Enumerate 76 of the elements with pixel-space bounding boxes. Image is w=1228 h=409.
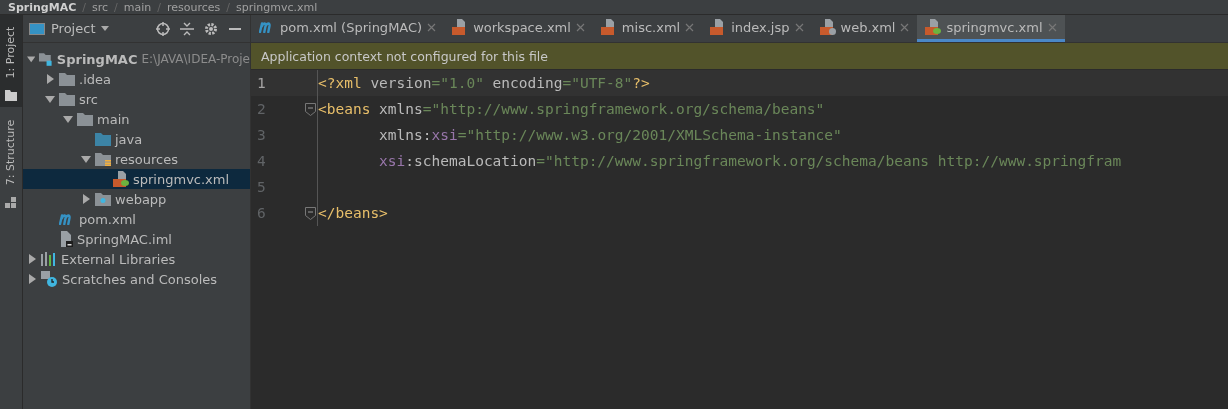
- structure-icon: [5, 197, 17, 209]
- code-line: xmlns:xsi="http://www.w3.org/2001/XMLSchema-instance": [378, 127, 842, 143]
- editor-tab[interactable]: web.xml: [811, 15, 918, 42]
- folder-icon: [59, 92, 75, 106]
- separator: /: [226, 0, 230, 14]
- scratches-icon: [41, 271, 58, 287]
- separator: /: [82, 0, 86, 14]
- editor-tab[interactable]: workspace.xml: [444, 15, 593, 42]
- code-line: </beans>: [318, 205, 388, 221]
- source-folder-icon: [95, 132, 111, 146]
- line-number: 5: [256, 179, 267, 195]
- tree-item[interactable]: SpringMAC E:\JAVA\IDEA-Proje: [23, 49, 250, 69]
- notification-banner: Application context not configured for this file: [251, 43, 1228, 69]
- xml-file-icon: [600, 19, 617, 35]
- breadcrumb-item[interactable]: SpringMAC: [8, 0, 77, 14]
- line-number: 4: [256, 153, 267, 169]
- line-number: 3: [256, 127, 267, 143]
- close-icon[interactable]: [575, 22, 585, 32]
- tree-item[interactable]: Scratches and Consoles: [23, 269, 250, 289]
- spring-xml-file-icon: [925, 19, 942, 35]
- breadcrumb-item[interactable]: src: [91, 0, 108, 14]
- tree-item[interactable]: .idea: [23, 69, 250, 89]
- editor-tab[interactable]: springmvc.xml: [917, 15, 1065, 42]
- editor-tab[interactable]: pom.xml (SpringMAC): [251, 15, 445, 42]
- editor-tab[interactable]: index.jsp: [702, 15, 812, 42]
- collapse-arrow-icon[interactable]: [27, 54, 36, 64]
- view-selector[interactable]: Project: [29, 21, 148, 36]
- breadcrumb-item[interactable]: springmvc.xml: [235, 0, 318, 14]
- tree-item[interactable]: main: [23, 109, 250, 129]
- separator: /: [114, 0, 118, 14]
- code-line: xsi:schemaLocation="http://www.springframework.org/schema/beans http://www.springfram: [378, 153, 1122, 169]
- tree-item[interactable]: External Libraries: [23, 249, 250, 269]
- window-icon: [29, 22, 45, 35]
- module-file-icon: [59, 231, 73, 247]
- tree-item[interactable]: java: [23, 129, 250, 149]
- code-line: <beans xmlns="http://www.springframework.org/schema/beans": [318, 101, 825, 117]
- tree-item[interactable]: SpringMAC.iml: [23, 229, 250, 249]
- tree-item[interactable]: pom.xml: [23, 209, 250, 229]
- caret-icon: [101, 26, 110, 31]
- web-folder-icon: [95, 192, 111, 206]
- fold-icon[interactable]: [305, 206, 316, 220]
- folder-icon: [59, 72, 75, 86]
- expand-arrow-icon[interactable]: [81, 194, 91, 204]
- tool-window-tab[interactable]: 7: Structure: [0, 107, 22, 215]
- locate-button[interactable]: [154, 19, 172, 38]
- tree-item[interactable]: resources: [23, 149, 250, 169]
- close-icon[interactable]: [794, 22, 804, 32]
- code-line: <?xml version="1.0" encoding="UTF-8"?>: [318, 75, 650, 91]
- fold-icon[interactable]: [305, 102, 316, 116]
- libraries-icon: [41, 252, 57, 266]
- resources-folder-icon: [95, 152, 111, 166]
- folder-icon: [5, 89, 17, 101]
- line-number: 6: [256, 205, 267, 221]
- line-number: 1: [256, 75, 267, 91]
- tree-item[interactable]: src: [23, 89, 250, 109]
- tree-item[interactable]: springmvc.xml: [23, 169, 250, 189]
- minus-icon: [229, 27, 241, 30]
- breadcrumb-item[interactable]: main: [123, 0, 152, 14]
- separator: /: [157, 0, 161, 14]
- tree-item[interactable]: webapp: [23, 189, 250, 209]
- folder-icon: [77, 112, 93, 126]
- line-number: 2: [256, 101, 267, 117]
- expand-arrow-icon[interactable]: [45, 74, 55, 84]
- module-folder-icon: [39, 51, 53, 67]
- crosshair-icon: [156, 21, 170, 36]
- collapse-icon: [180, 21, 194, 36]
- close-icon[interactable]: [900, 22, 910, 32]
- spring-xml-file-icon: [113, 171, 129, 187]
- xml-file-icon: [819, 19, 836, 35]
- tool-window-tab[interactable]: 1: Project: [0, 15, 22, 107]
- gear-icon: [204, 21, 218, 36]
- breadcrumb-item[interactable]: resources: [166, 0, 221, 14]
- collapse-arrow-icon[interactable]: [81, 154, 91, 164]
- close-icon[interactable]: [427, 22, 437, 32]
- close-icon[interactable]: [685, 22, 695, 32]
- editor-tab[interactable]: misc.xml: [592, 15, 703, 42]
